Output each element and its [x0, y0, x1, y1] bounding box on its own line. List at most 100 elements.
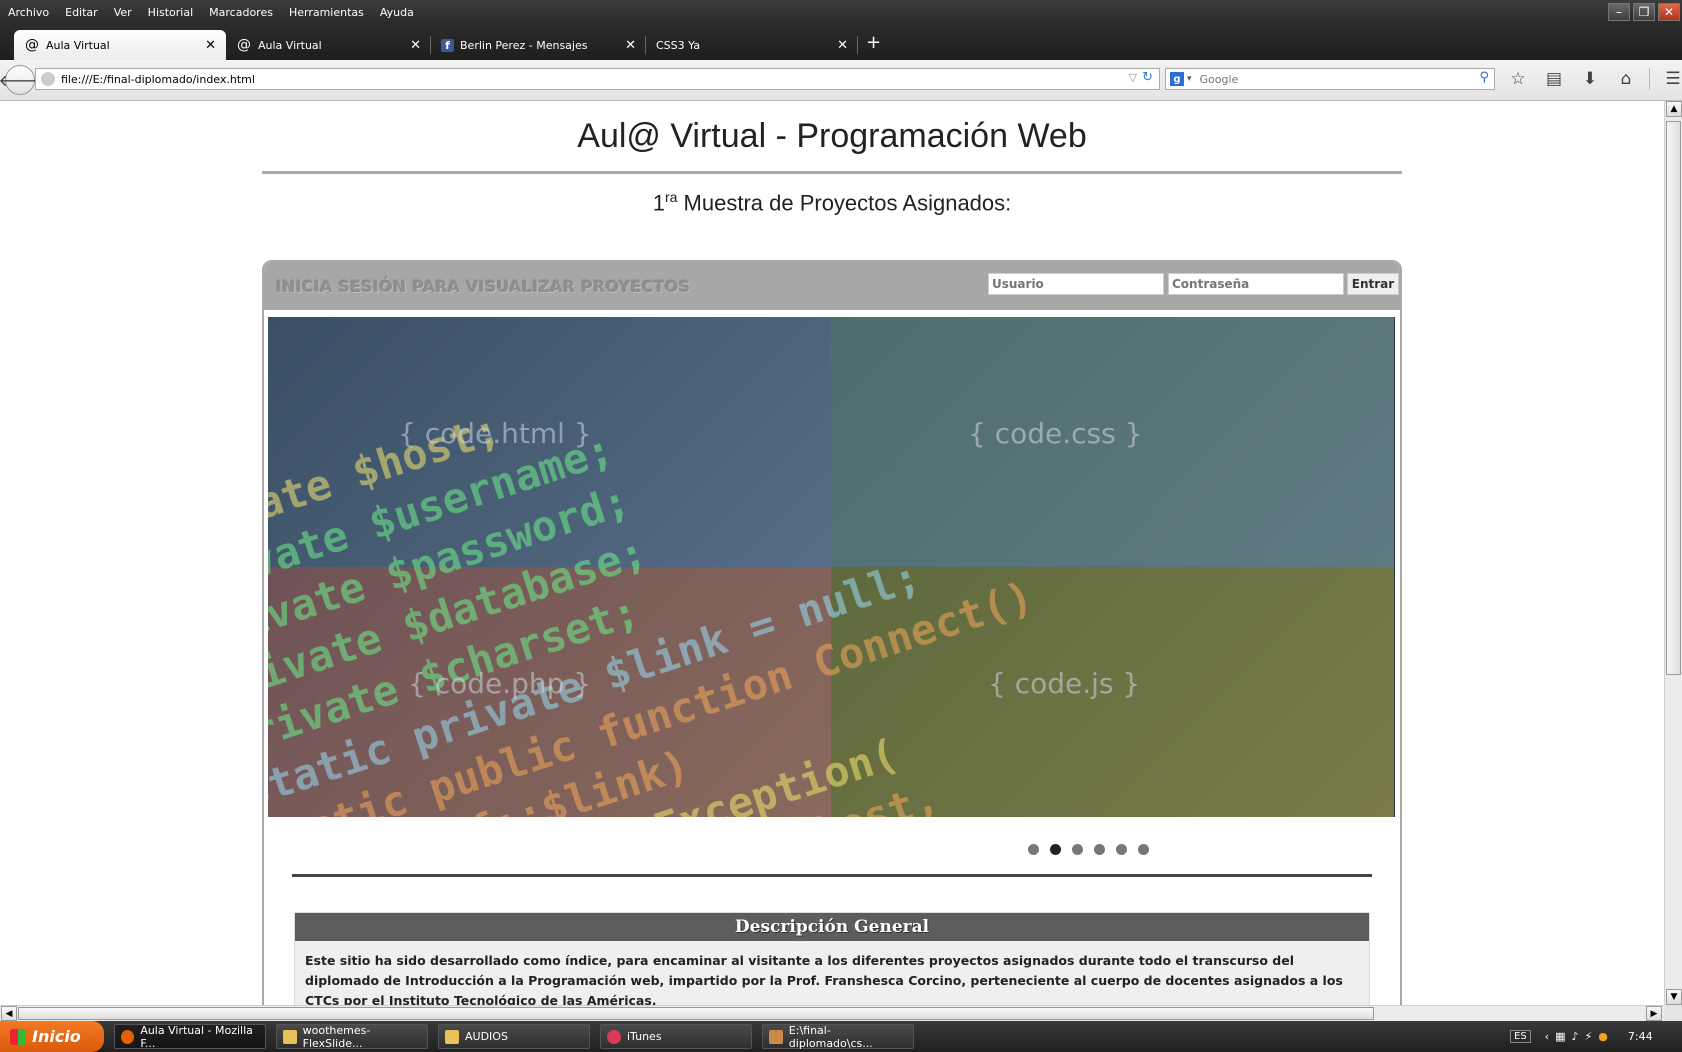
horizontal-scroll-thumb[interactable] [18, 1007, 1374, 1020]
url-bar[interactable]: file:///E:/final-diplomado/index.html ▽ … [35, 68, 1160, 90]
system-tray: ES ‹ ▦ ♪ ⚡ ● 7:44 [1510, 1021, 1682, 1052]
window-controls: – ❐ ✕ [1608, 3, 1680, 21]
menu-archivo[interactable]: Archivo [8, 6, 49, 19]
taskbar-item-label: E:\final-diplomado\cs... [788, 1023, 873, 1050]
code-js-label: { code.js } [988, 667, 1141, 700]
update-icon[interactable]: ● [1598, 1030, 1608, 1043]
windows-flag-icon [10, 1028, 26, 1045]
menu-marcadores[interactable]: Marcadores [209, 6, 273, 19]
menu-historial[interactable]: Historial [148, 6, 193, 19]
search-input[interactable] [1197, 71, 1472, 87]
chevron-down-icon[interactable]: ▽ [1129, 71, 1137, 84]
slider-dot[interactable] [1072, 844, 1083, 855]
subtitle-text: Muestra de Proyectos Asignados: [677, 190, 1012, 216]
clock: 7:44 [1627, 1030, 1653, 1043]
username-field[interactable] [988, 273, 1164, 295]
taskbar-item-woothemes[interactable]: woothemes-FlexSlide... [276, 1023, 428, 1050]
taskbar-item-label: AUDIOS [465, 1030, 508, 1043]
toolbar-icons: ☆ ▤ ⬇ ⌂ ☰ [1505, 66, 1682, 92]
page-title: Aul@ Virtual - Programación Web [577, 117, 1087, 155]
tab-title: Aula Virtual [258, 38, 322, 52]
scroll-down-icon[interactable]: ▼ [1666, 989, 1682, 1005]
tab-close-icon[interactable]: ✕ [410, 38, 421, 53]
restore-button[interactable]: ❐ [1633, 3, 1655, 21]
new-tab-plus-icon[interactable]: + [866, 32, 881, 53]
volume-icon[interactable]: ♪ [1571, 1030, 1578, 1043]
scroll-right-icon[interactable]: ▶ [1646, 1006, 1662, 1021]
vertical-scrollbar[interactable]: ▲ ▼ [1664, 101, 1682, 1005]
facebook-icon: f [441, 38, 454, 52]
search-icon[interactable]: ⚲ [1479, 70, 1489, 85]
at-icon: @ [237, 37, 251, 53]
start-button[interactable]: Inicio [0, 1021, 104, 1052]
subtitle-ordinal: ra [664, 189, 678, 205]
tab-title: CSS3 Ya [656, 38, 701, 52]
menu-ver[interactable]: Ver [114, 6, 132, 19]
image-slider[interactable]: private $host; private $username; private … [268, 317, 1395, 817]
slider-divider [292, 874, 1372, 877]
slider-dot-active[interactable] [1050, 844, 1061, 855]
menu-hamburger-icon[interactable]: ☰ [1660, 66, 1682, 92]
navigation-bar: 🡐 file:///E:/final-diplomado/index.html … [0, 60, 1682, 101]
bookmark-star-icon[interactable]: ☆ [1505, 66, 1531, 92]
slider-dot[interactable] [1138, 844, 1149, 855]
windows-taskbar: Inicio Aula Virtual - Mozilla F... wooth… [0, 1021, 1682, 1052]
description-text: Este sitio ha sido desarrollado como índ… [305, 953, 1343, 1005]
slider-dot[interactable] [1028, 844, 1039, 855]
home-icon[interactable]: ⌂ [1613, 66, 1639, 92]
taskbar-item-firefox[interactable]: Aula Virtual - Mozilla F... [114, 1024, 266, 1050]
tab-css3-ya[interactable]: CSS3 Ya ✕ [646, 30, 858, 60]
tab-berlin-perez[interactable]: f Berlin Perez - Mensajes ✕ [431, 30, 646, 60]
menu-bar: Archivo Editar Ver Historial Marcadores … [0, 0, 1682, 24]
folder-icon [445, 1029, 459, 1044]
slider-dot[interactable] [1116, 844, 1127, 855]
at-icon: @ [25, 37, 39, 53]
password-field[interactable] [1168, 273, 1344, 295]
login-button[interactable]: Entrar [1347, 273, 1399, 295]
language-indicator[interactable]: ES [1510, 1030, 1531, 1043]
subtitle-number: 1 [652, 190, 665, 216]
network-icon[interactable]: ▦ [1555, 1030, 1565, 1043]
vertical-scroll-thumb[interactable] [1666, 121, 1681, 675]
tab-aula-virtual-active[interactable]: @ Aula Virtual ✕ [14, 30, 226, 60]
tab-close-icon[interactable]: ✕ [205, 38, 216, 53]
editor-icon [769, 1029, 783, 1044]
menu-editar[interactable]: Editar [65, 6, 98, 19]
page-viewport: Aul@ Virtual - Programación Web 1ra Mues… [0, 101, 1664, 1005]
close-window-button[interactable]: ✕ [1658, 3, 1680, 21]
start-label: Inicio [32, 1027, 81, 1046]
taskbar-item-editor[interactable]: E:\final-diplomado\cs... [762, 1023, 914, 1050]
code-html-label: { code.html } [398, 417, 592, 450]
tab-bar: @ Aula Virtual ✕ @ Aula Virtual ✕ f Berl… [0, 24, 1682, 60]
code-css-label: { code.css } [968, 417, 1143, 450]
taskbar-item-audios[interactable]: AUDIOS [438, 1024, 590, 1049]
chevron-left-icon[interactable]: ‹ [1545, 1030, 1549, 1043]
tab-close-icon[interactable]: ✕ [837, 38, 848, 53]
scroll-left-icon[interactable]: ◀ [1, 1006, 17, 1021]
tab-close-icon[interactable]: ✕ [625, 38, 636, 53]
back-arrow-icon[interactable]: 🡐 [0, 65, 41, 95]
chevron-down-icon[interactable]: ▾ [1187, 74, 1192, 84]
google-icon: g [1170, 72, 1184, 86]
main-container: INICIA SESIÓN PARA VISUALIZAR PROYECTOS … [262, 260, 1402, 1005]
description-heading: Descripción General [295, 913, 1369, 941]
scroll-up-icon[interactable]: ▲ [1666, 101, 1682, 117]
tab-aula-virtual[interactable]: @ Aula Virtual ✕ [226, 30, 431, 60]
code-php-label: { code.php } [408, 667, 592, 700]
scrollbar-corner [1664, 1005, 1682, 1021]
power-icon[interactable]: ⚡ [1585, 1030, 1593, 1043]
slider-dot[interactable] [1094, 844, 1105, 855]
login-prompt-label: INICIA SESIÓN PARA VISUALIZAR PROYECTOS [276, 277, 691, 296]
tab-title: Aula Virtual [46, 38, 110, 52]
slider-pagination [1028, 844, 1149, 855]
taskbar-item-label: woothemes-FlexSlide... [302, 1023, 371, 1050]
minimize-button[interactable]: – [1608, 3, 1630, 21]
search-bar[interactable]: g ▾ ⚲ [1165, 68, 1495, 90]
horizontal-scrollbar[interactable]: ◀ ▶ [0, 1005, 1664, 1021]
download-icon[interactable]: ⬇ [1577, 66, 1603, 92]
bookmarks-list-icon[interactable]: ▤ [1541, 66, 1567, 92]
menu-ayuda[interactable]: Ayuda [380, 6, 414, 19]
menu-herramientas[interactable]: Herramientas [289, 6, 364, 19]
reload-icon[interactable]: ↻ [1142, 70, 1153, 85]
taskbar-item-itunes[interactable]: iTunes [600, 1024, 752, 1049]
